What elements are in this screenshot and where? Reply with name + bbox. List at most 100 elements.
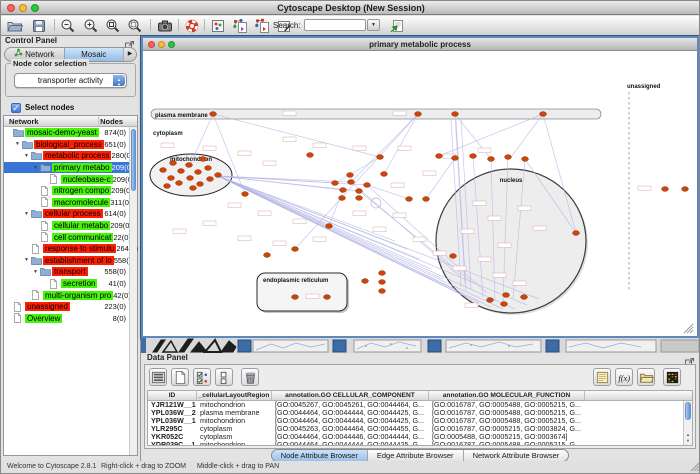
tree-row-unassigned[interactable]: unassigned223(0) xyxy=(4,301,129,313)
tree-row-cell-communicat[interactable]: cell communicat22(0) xyxy=(4,231,129,243)
network-node[interactable] xyxy=(540,112,547,117)
attribute-matrix-icon[interactable] xyxy=(663,368,681,386)
network-node[interactable] xyxy=(292,247,299,252)
select-attributes-icon[interactable] xyxy=(193,368,211,386)
network-node[interactable] xyxy=(170,161,177,166)
network-node[interactable] xyxy=(423,197,430,202)
network-node[interactable] xyxy=(186,163,193,168)
network-node[interactable] xyxy=(450,254,457,259)
network-node[interactable] xyxy=(332,181,339,186)
network-node[interactable] xyxy=(377,155,384,160)
select-nodes-checkbox[interactable]: ✓ xyxy=(11,103,21,113)
network-node[interactable] xyxy=(406,197,413,202)
network-node[interactable] xyxy=(205,166,212,171)
network-canvas[interactable]: plasma membrane cytoplasm unassigned nuc… xyxy=(143,51,697,336)
tree-column-nodes[interactable]: Nodes xyxy=(100,117,123,126)
network-node[interactable] xyxy=(470,154,477,159)
network-node[interactable] xyxy=(347,173,354,178)
tree-row-transport[interactable]: ▼transport558(0) xyxy=(4,266,129,278)
tree-row-nitrogen-compo[interactable]: nitrogen compo209(0) xyxy=(4,185,129,197)
table-row-ykr052c[interactable]: YKR052Ccytoplasm[GO:0044464, GO:0044446,… xyxy=(148,433,692,441)
column-header-annotation-go-cellular-component[interactable]: annotation.GO CELLULAR_COMPONENT xyxy=(272,391,429,400)
tree-row-biological-process[interactable]: ▼biological_process651(0) xyxy=(4,139,129,151)
new-attribute-icon[interactable] xyxy=(171,368,189,386)
save-session-icon[interactable] xyxy=(31,18,48,35)
network-node[interactable] xyxy=(348,180,355,185)
app-resize-grip-icon[interactable] xyxy=(690,462,700,472)
zoom-out-icon[interactable] xyxy=(60,18,77,35)
network-node[interactable] xyxy=(381,172,388,177)
column-header-cellularlayoutregion[interactable]: _cellularLayoutRegion xyxy=(197,391,272,400)
network-node[interactable] xyxy=(178,169,185,174)
network-node[interactable] xyxy=(190,186,197,191)
tab-node-attribute-browser[interactable]: Node Attribute Browser xyxy=(272,450,367,461)
table-row-ypl036w-1[interactable]: YPL036W__1mitochondrion[GO:0044464, GO:0… xyxy=(148,417,692,425)
delete-attribute-icon[interactable] xyxy=(241,368,259,386)
expand-arrow-icon[interactable]: ▼ xyxy=(24,211,31,217)
network-node[interactable] xyxy=(362,279,369,284)
import-attributes-icon[interactable] xyxy=(232,18,249,35)
network-node[interactable] xyxy=(339,196,346,201)
network-node[interactable] xyxy=(207,177,214,182)
network-node[interactable] xyxy=(379,280,386,285)
zoom-selected-icon[interactable] xyxy=(105,18,122,35)
table-row-ydr039c-1[interactable]: YDR039C__1mitochondrion[GO:0044464, GO:0… xyxy=(148,441,692,446)
network-node[interactable] xyxy=(164,184,171,189)
tree-column-network[interactable]: Network xyxy=(9,117,39,126)
network-node[interactable] xyxy=(210,112,217,117)
search-dropdown-icon[interactable]: ▼ xyxy=(367,19,380,31)
scroll-down-icon[interactable]: ▼ xyxy=(684,438,692,444)
tree-row-nucleobase-c[interactable]: nucleobase-c209(0) xyxy=(4,173,129,185)
network-node[interactable] xyxy=(503,293,510,298)
network-node[interactable] xyxy=(364,183,371,188)
tree-row-overview[interactable]: Overview8(0) xyxy=(4,313,129,325)
network-node[interactable] xyxy=(187,176,194,181)
import-attribute-file-icon[interactable] xyxy=(637,368,655,386)
network-node[interactable] xyxy=(326,224,333,229)
table-scrollbar[interactable]: ▲ ▼ xyxy=(683,401,692,445)
network-node[interactable] xyxy=(379,271,386,276)
network-node[interactable] xyxy=(501,302,508,307)
tree-scrollbar-thumb[interactable] xyxy=(131,129,136,191)
network-node[interactable] xyxy=(379,289,386,294)
network-node[interactable] xyxy=(307,153,314,158)
expand-arrow-icon[interactable]: ▼ xyxy=(33,165,40,171)
network-node[interactable] xyxy=(522,157,529,162)
expand-arrow-icon[interactable]: ▼ xyxy=(15,141,22,147)
import-network-icon[interactable] xyxy=(389,18,406,35)
network-node[interactable] xyxy=(292,295,299,300)
tree-row-multi-organism-pro[interactable]: multi-organism pro42(0) xyxy=(4,289,129,301)
resize-grip-icon[interactable] xyxy=(684,324,693,333)
network-node[interactable] xyxy=(452,156,459,161)
expand-arrow-icon[interactable]: ▼ xyxy=(33,269,40,275)
tree-row-secretion[interactable]: secretion41(0) xyxy=(4,278,129,290)
background-windows[interactable] xyxy=(141,338,699,353)
network-node[interactable] xyxy=(436,154,443,159)
search-input[interactable] xyxy=(304,19,366,31)
network-node[interactable] xyxy=(505,155,512,160)
tree-row-primary-metabo[interactable]: ▼primary metabo209(0) xyxy=(4,162,129,174)
tab-network-attribute-browser[interactable]: Network Attribute Browser xyxy=(463,450,569,461)
tree-row-cellular-metabo[interactable]: cellular metabo209(0) xyxy=(4,220,129,232)
float-data-panel-icon[interactable] xyxy=(685,354,695,364)
network-node[interactable] xyxy=(242,192,249,197)
combobox-stepper-icon[interactable]: ▲▼ xyxy=(113,75,125,86)
table-row-ylr295c[interactable]: YLR295Ccytoplasm[GO:0045263, GO:0044464,… xyxy=(148,425,692,433)
network-node[interactable] xyxy=(487,298,494,303)
snapshot-camera-icon[interactable] xyxy=(157,18,174,35)
help-lifesaver-icon[interactable] xyxy=(184,18,201,35)
network-node[interactable] xyxy=(264,253,271,258)
column-header-id[interactable]: ID xyxy=(148,391,197,400)
tree-row-response-to-stimulu[interactable]: response to stimulu264(0) xyxy=(4,243,129,255)
network-node[interactable] xyxy=(340,188,347,193)
tree-scrollbar[interactable] xyxy=(129,127,137,455)
column-header-annotation-go-molecular-function[interactable]: annotation.GO MOLECULAR_FUNCTION xyxy=(429,391,585,400)
function-builder-icon[interactable]: f(x) xyxy=(615,368,633,386)
tab-edge-attribute-browser[interactable]: Edge Attribute Browser xyxy=(367,450,463,461)
zoom-in-icon[interactable] xyxy=(83,18,100,35)
zoom-fit-icon[interactable] xyxy=(127,18,144,35)
tree-row-macromolecule[interactable]: macromolecule311(0) xyxy=(4,197,129,209)
open-session-icon[interactable] xyxy=(7,18,24,35)
network-node[interactable] xyxy=(521,295,528,300)
node-color-combobox[interactable]: transporter activity ▲▼ xyxy=(14,73,127,88)
